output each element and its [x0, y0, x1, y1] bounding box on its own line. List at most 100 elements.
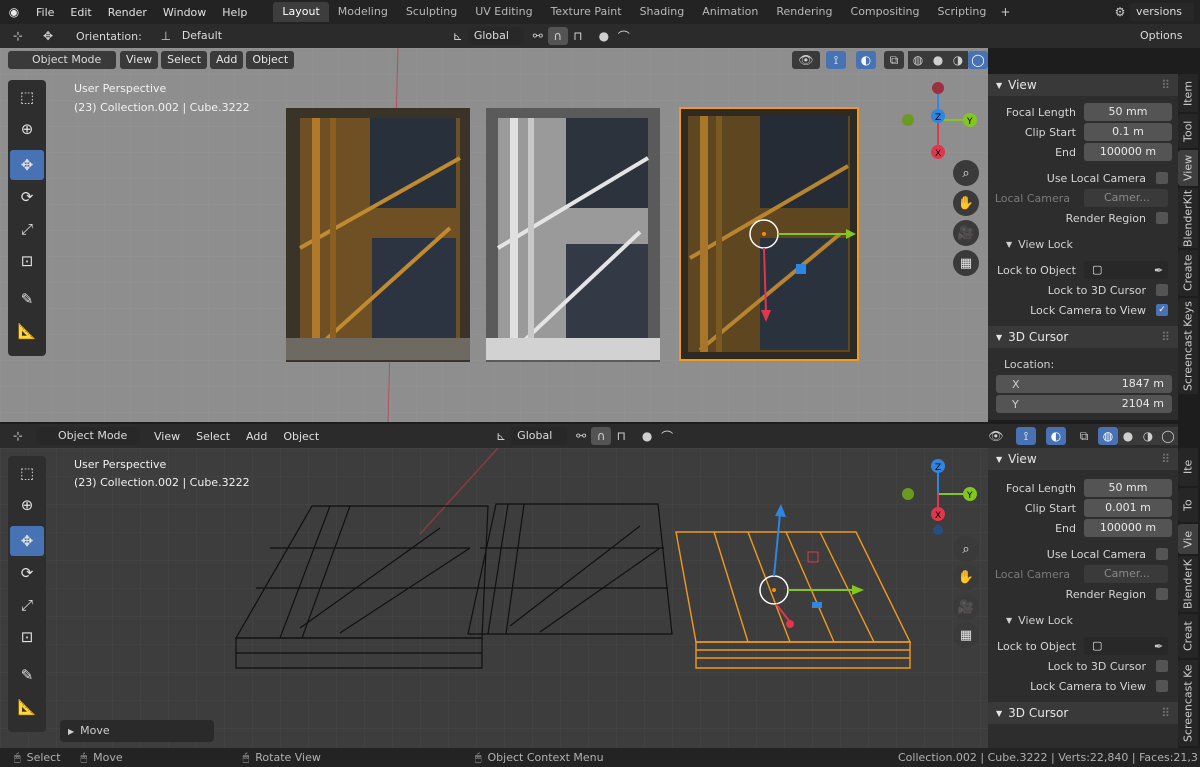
pan-hand-icon[interactable]: ✋ — [953, 190, 979, 216]
tab-item-bottom[interactable]: Ite — [1178, 448, 1198, 486]
add-menu-bottom[interactable]: Add — [238, 430, 275, 443]
solid-shading-bottom-icon[interactable]: ● — [1118, 427, 1138, 445]
tab-blenderkit-bottom[interactable]: BlenderK — [1178, 556, 1198, 612]
view-lock-title[interactable]: View Lock — [1018, 238, 1073, 251]
drag-handle-bottom-icon[interactable]: ⠿ — [1161, 452, 1170, 466]
snap-target-icon[interactable]: ⊓ — [568, 27, 588, 45]
annotate-icon[interactable]: ✎ — [10, 284, 44, 314]
menu-render[interactable]: Render — [100, 6, 155, 19]
tab-tool[interactable]: Tool — [1178, 114, 1198, 148]
tab-tool-bottom[interactable]: To — [1178, 488, 1198, 522]
drag-handle-icon[interactable]: ⠿ — [1161, 78, 1170, 92]
snap-target-bottom-icon[interactable]: ⊓ — [611, 427, 631, 445]
snap-icon[interactable]: ∩ — [547, 27, 568, 45]
transform-icon[interactable]: ⊡ — [10, 246, 44, 276]
clip-end-field-bottom[interactable]: 100000 m — [1084, 519, 1172, 537]
rotate-icon[interactable]: ⟳ — [10, 182, 44, 212]
mode-dropdown[interactable]: Object Mode — [8, 51, 116, 69]
lock-to-3d-cursor-checkbox[interactable] — [1156, 284, 1168, 296]
viewport-top[interactable]: User Perspective (23) Collection.002 | C… — [0, 48, 988, 422]
select-menu-bottom[interactable]: Select — [188, 430, 238, 443]
focal-length-field[interactable]: 50 mm — [1084, 103, 1172, 121]
menu-window[interactable]: Window — [155, 6, 214, 19]
zoom-icon[interactable]: ⌕ — [953, 160, 979, 186]
lock-to-3d-cursor-checkbox-bottom[interactable] — [1156, 660, 1168, 672]
camera-icon[interactable]: 🎥 — [953, 220, 979, 246]
overlay-toggle-icon[interactable]: ◐ — [856, 51, 876, 69]
tab-create-bottom[interactable]: Creat — [1178, 614, 1198, 658]
wireframe-shading-bottom-icon[interactable]: ◍ — [1098, 427, 1118, 445]
view-section-header[interactable]: ▼ View ⠿ — [988, 74, 1178, 96]
orientation-dropdown[interactable]: Default — [176, 27, 248, 45]
editor-type-bottom-icon[interactable]: ⊹ — [8, 427, 28, 445]
falloff-bottom-icon[interactable]: ⌒ — [657, 427, 677, 445]
solid-shading-icon[interactable]: ● — [928, 51, 948, 69]
cursor-drag-handle-icon[interactable]: ⠿ — [1161, 330, 1170, 344]
cursor-bottom-icon[interactable]: ⊕ — [10, 490, 44, 520]
cursor-drag-handle-bottom-icon[interactable]: ⠿ — [1161, 706, 1170, 720]
tab-modeling[interactable]: Modeling — [329, 2, 397, 22]
scale-icon[interactable]: ⤢ — [10, 214, 44, 244]
view-menu[interactable]: View — [120, 51, 159, 69]
eyedropper-icon[interactable]: ✒ — [1154, 264, 1163, 277]
render-region-checkbox-bottom[interactable] — [1156, 588, 1168, 600]
tab-shading[interactable]: Shading — [631, 2, 694, 22]
transform-space-dropdown[interactable]: Global — [467, 27, 524, 45]
overlay-toggle-bottom-icon[interactable]: ◐ — [1046, 427, 1066, 445]
rotate-bottom-icon[interactable]: ⟳ — [10, 558, 44, 588]
view-section-header-bottom[interactable]: ▼ View ⠿ — [988, 448, 1178, 470]
clip-start-field[interactable]: 0.1 m — [1084, 123, 1172, 141]
falloff-icon[interactable]: ⌒ — [614, 27, 634, 45]
blender-logo-icon[interactable]: ◉ — [0, 3, 28, 21]
visibility-icon[interactable]: 👁 — [792, 51, 820, 69]
menu-edit[interactable]: Edit — [62, 6, 99, 19]
ortho-grid-bottom-icon[interactable]: ▦ — [953, 622, 979, 648]
tab-scripting[interactable]: Scripting — [928, 2, 995, 22]
cursor-y-field[interactable]: 2104 m — [996, 395, 1172, 413]
wireframe-shading-icon[interactable]: ◍ — [908, 51, 928, 69]
clip-end-field[interactable]: 100000 m — [1084, 143, 1172, 161]
tab-screencast-keys-bottom[interactable]: Screencast Ke — [1178, 660, 1198, 746]
scale-bottom-icon[interactable]: ⤢ — [10, 590, 44, 620]
pan-hand-bottom-icon[interactable]: ✋ — [953, 564, 979, 590]
mode-dropdown-bottom[interactable]: Object Mode — [36, 427, 140, 445]
pivot-bottom-icon[interactable]: ⚯ — [571, 427, 591, 445]
tab-sculpting[interactable]: Sculpting — [397, 2, 466, 22]
transform-bottom-icon[interactable]: ⊡ — [10, 622, 44, 652]
select-menu[interactable]: Select — [161, 51, 208, 69]
cursor-x-field[interactable]: 1847 m — [996, 375, 1172, 393]
nav-gizmo-bottom[interactable]: Z Y X — [896, 456, 980, 540]
visibility-bottom-icon[interactable]: 👁 — [982, 427, 1010, 445]
menu-help[interactable]: Help — [214, 6, 255, 19]
tab-item[interactable]: Item — [1178, 74, 1198, 112]
cursor-icon[interactable]: ⊕ — [10, 114, 44, 144]
tab-animation[interactable]: Animation — [693, 2, 767, 22]
gizmo-toggle-icon[interactable]: ⟟ — [826, 51, 846, 69]
eyedropper-bottom-icon[interactable]: ✒ — [1154, 640, 1163, 653]
menu-file[interactable]: File — [28, 6, 62, 19]
local-camera-field[interactable]: Camer... — [1084, 189, 1168, 207]
tab-compositing[interactable]: Compositing — [842, 2, 929, 22]
material-shading-icon[interactable]: ◑ — [948, 51, 968, 69]
tab-view[interactable]: View — [1178, 150, 1198, 186]
proportional-bottom-icon[interactable]: ● — [637, 427, 657, 445]
cursor-section-header[interactable]: ▼ 3D Cursor ⠿ — [988, 326, 1178, 348]
xray-bottom-icon[interactable]: ⧉ — [1074, 427, 1094, 445]
view-lock-title-bottom[interactable]: View Lock — [1018, 614, 1073, 627]
use-local-camera-checkbox-bottom[interactable] — [1156, 548, 1168, 560]
local-camera-field-bottom[interactable]: Camer... — [1084, 565, 1168, 583]
editor-type-icon[interactable]: ⊹ — [8, 27, 28, 45]
rendered-shading-bottom-icon[interactable]: ◯ — [1158, 427, 1178, 445]
clip-start-field-bottom[interactable]: 0.001 m — [1084, 499, 1172, 517]
tab-rendering[interactable]: Rendering — [767, 2, 841, 22]
object-menu[interactable]: Object — [246, 51, 295, 69]
object-menu-bottom[interactable]: Object — [275, 430, 327, 443]
camera-bottom-icon[interactable]: 🎥 — [953, 594, 979, 620]
panel-1[interactable] — [286, 108, 470, 362]
move-icon[interactable]: ✥ — [10, 150, 44, 180]
scene-selector[interactable]: versions — [1130, 3, 1194, 21]
select-box-icon[interactable]: ⬚ — [10, 82, 44, 112]
view-menu-bottom[interactable]: View — [146, 430, 188, 443]
scene-icon[interactable]: ⚙ — [1110, 3, 1130, 21]
measure-bottom-icon[interactable]: 📐 — [10, 692, 44, 722]
